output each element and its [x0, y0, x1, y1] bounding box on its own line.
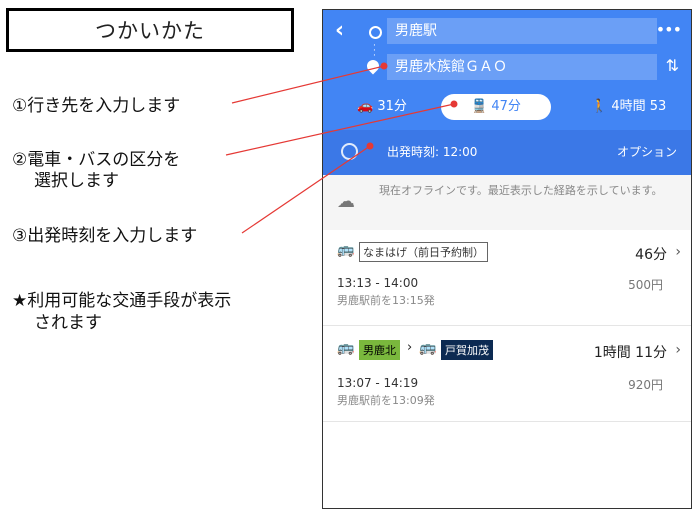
- annotation-line-3: [241, 145, 371, 234]
- annotation-dot-3: [366, 142, 374, 150]
- annotation-line-1: [231, 65, 385, 104]
- annotation-line-2: [225, 103, 455, 156]
- annotation-lines: [225, 62, 458, 234]
- annotation-dot-2: [450, 100, 458, 108]
- annotation-dot-1: [380, 62, 388, 70]
